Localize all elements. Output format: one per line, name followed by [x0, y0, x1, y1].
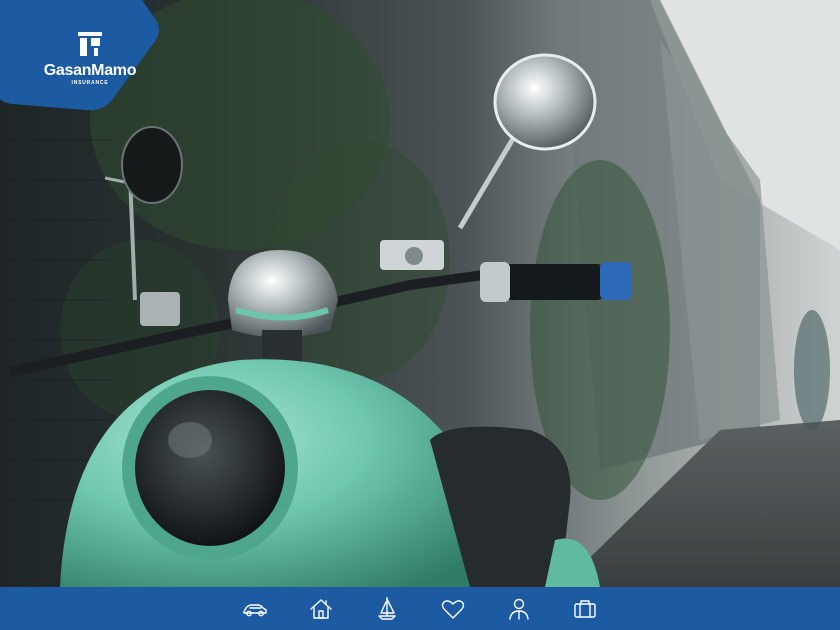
- nav-item-home[interactable]: [288, 587, 354, 630]
- nav-item-life[interactable]: [486, 587, 552, 630]
- nav-item-business[interactable]: [552, 587, 618, 630]
- gm-building-mark-icon: [78, 32, 102, 56]
- bottom-navigation: [0, 587, 840, 630]
- home-icon: [310, 598, 332, 619]
- brand-name: GasanMamo: [43, 62, 137, 79]
- car-icon: [243, 603, 267, 616]
- heart-icon: [441, 599, 465, 619]
- sailboat-icon: [378, 596, 396, 620]
- nav-item-marine[interactable]: [354, 587, 420, 630]
- brand-tagline: INSURANCE: [71, 80, 109, 86]
- nav-item-motor[interactable]: [222, 587, 288, 630]
- nav-item-health[interactable]: [420, 587, 486, 630]
- briefcase-icon: [574, 599, 596, 618]
- brand-logo[interactable]: GasanMamo INSURANCE: [0, 0, 159, 130]
- person-icon: [509, 598, 529, 620]
